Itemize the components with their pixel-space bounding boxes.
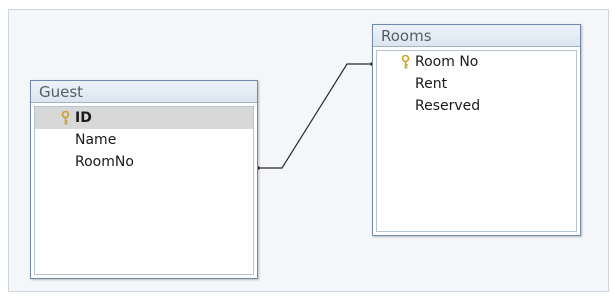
table-guest-title[interactable]: Guest xyxy=(31,81,257,103)
table-guest-field-list: ID Name RoomNo xyxy=(34,106,254,275)
field-label: Rent xyxy=(415,76,448,92)
field-label: Reserved xyxy=(415,98,481,114)
field-label: Name xyxy=(75,132,117,148)
primary-key-icon xyxy=(61,111,70,125)
field-label: ID xyxy=(75,110,92,126)
table-rooms-title[interactable]: Rooms xyxy=(373,25,580,47)
primary-key-icon xyxy=(401,55,410,69)
field-rent[interactable]: Rent xyxy=(377,73,576,95)
field-label: RoomNo xyxy=(75,154,134,170)
field-label: Room No xyxy=(415,54,479,70)
table-rooms-field-list: Room No Rent Reserved xyxy=(376,50,577,232)
table-rooms[interactable]: Rooms Room No Rent Reserved xyxy=(372,24,581,236)
field-roomno[interactable]: RoomNo xyxy=(35,151,253,173)
field-name[interactable]: Name xyxy=(35,129,253,151)
field-id[interactable]: ID xyxy=(35,107,253,129)
field-reserved[interactable]: Reserved xyxy=(377,95,576,117)
field-room-no[interactable]: Room No xyxy=(377,51,576,73)
table-guest[interactable]: Guest ID Name RoomNo xyxy=(30,80,258,279)
